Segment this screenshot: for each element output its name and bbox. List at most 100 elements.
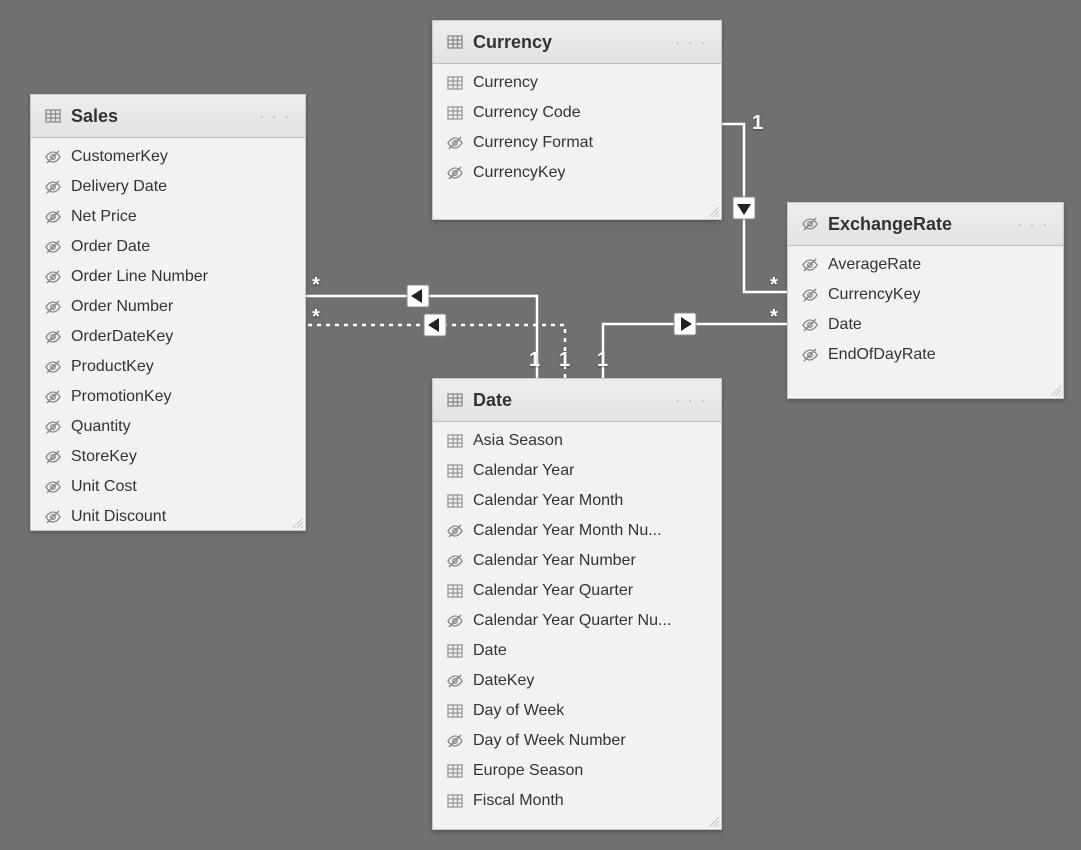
- more-icon[interactable]: · · ·: [1017, 216, 1049, 232]
- table-header[interactable]: Currency · · ·: [433, 21, 721, 64]
- field-row[interactable]: Calendar Year Quarter Nu...: [433, 606, 721, 636]
- table-header[interactable]: Sales · · ·: [31, 95, 305, 138]
- field-list[interactable]: CustomerKey Delivery Date Net Price Order D…: [31, 138, 305, 530]
- column-icon: [447, 75, 463, 91]
- field-label: Calendar Year Month Nu...: [473, 522, 662, 540]
- field-row[interactable]: DateKey: [433, 666, 721, 696]
- field-row[interactable]: Unit Cost: [31, 472, 305, 502]
- field-row[interactable]: CurrencyKey: [788, 280, 1063, 310]
- field-row[interactable]: Calendar Year Quarter: [433, 576, 721, 606]
- hidden-icon: [45, 299, 61, 315]
- field-row[interactable]: Order Date: [31, 232, 305, 262]
- field-row[interactable]: Calendar Year: [433, 456, 721, 486]
- field-label: Net Price: [71, 208, 137, 226]
- field-label: Currency Format: [473, 134, 593, 152]
- table-header[interactable]: Date · · ·: [433, 379, 721, 422]
- hidden-icon: [45, 209, 61, 225]
- resize-grip-icon[interactable]: [709, 207, 719, 217]
- field-row[interactable]: ProductKey: [31, 352, 305, 382]
- resize-grip-icon[interactable]: [1051, 386, 1061, 396]
- field-row[interactable]: Calendar Year Month: [433, 486, 721, 516]
- field-row[interactable]: StoreKey: [31, 442, 305, 472]
- column-icon: [447, 643, 463, 659]
- column-icon: [447, 763, 463, 779]
- hidden-icon: [45, 389, 61, 405]
- field-label: DateKey: [473, 672, 534, 690]
- field-row[interactable]: Order Line Number: [31, 262, 305, 292]
- field-row[interactable]: Delivery Date: [31, 172, 305, 202]
- field-label: Delivery Date: [71, 178, 167, 196]
- field-label: Calendar Year Number: [473, 552, 636, 570]
- hidden-icon: [802, 216, 818, 232]
- field-row[interactable]: Asia Season: [433, 426, 721, 456]
- resize-grip-icon[interactable]: [709, 817, 719, 827]
- more-icon[interactable]: · · ·: [675, 34, 707, 50]
- cardinality-many: *: [312, 274, 320, 297]
- field-row[interactable]: Currency: [433, 68, 721, 98]
- field-row[interactable]: Europe Season: [433, 756, 721, 786]
- field-row[interactable]: Quantity: [31, 412, 305, 442]
- hidden-icon: [45, 149, 61, 165]
- field-label: OrderDateKey: [71, 328, 173, 346]
- hidden-icon: [45, 479, 61, 495]
- field-label: Order Line Number: [71, 268, 208, 286]
- resize-grip-icon[interactable]: [293, 518, 303, 528]
- table-sales[interactable]: Sales · · · CustomerKey Delivery Date Net …: [30, 94, 306, 531]
- field-row[interactable]: EndOfDayRate: [788, 340, 1063, 370]
- field-label: EndOfDayRate: [828, 346, 936, 364]
- field-row[interactable]: OrderDateKey: [31, 322, 305, 352]
- more-icon[interactable]: · · ·: [675, 392, 707, 408]
- field-label: ProductKey: [71, 358, 154, 376]
- field-label: Fiscal Month: [473, 792, 564, 810]
- hidden-icon: [447, 523, 463, 539]
- field-row[interactable]: Calendar Year Number: [433, 546, 721, 576]
- field-row[interactable]: Currency Code: [433, 98, 721, 128]
- table-date[interactable]: Date · · · Asia SeasonCalendar YearCalen…: [432, 378, 722, 830]
- more-icon[interactable]: · · ·: [259, 108, 291, 124]
- hidden-icon: [802, 287, 818, 303]
- table-currency[interactable]: Currency · · · CurrencyCurrency CodeCurr…: [432, 20, 722, 220]
- field-label: Asia Season: [473, 432, 563, 450]
- field-row[interactable]: Currency Format: [433, 128, 721, 158]
- field-row[interactable]: CustomerKey: [31, 142, 305, 172]
- table-icon: [45, 108, 61, 124]
- field-row[interactable]: Calendar Year Month Nu...: [433, 516, 721, 546]
- hidden-icon: [45, 449, 61, 465]
- column-icon: [447, 493, 463, 509]
- field-label: Date: [473, 642, 507, 660]
- field-row[interactable]: Day of Week Number: [433, 726, 721, 756]
- table-title: Currency: [473, 32, 665, 53]
- field-row[interactable]: Order Number: [31, 292, 305, 322]
- field-list[interactable]: Asia SeasonCalendar YearCalendar Year Mo…: [433, 422, 721, 829]
- hidden-icon: [45, 269, 61, 285]
- field-row[interactable]: Net Price: [31, 202, 305, 232]
- table-exchangerate[interactable]: ExchangeRate · · · AverageRate CurrencyKe…: [787, 202, 1064, 399]
- hidden-icon: [802, 317, 818, 333]
- column-icon: [447, 703, 463, 719]
- hidden-icon: [447, 673, 463, 689]
- field-row[interactable]: Day of Week: [433, 696, 721, 726]
- field-list[interactable]: CurrencyCurrency Code Currency Format Curr…: [433, 64, 721, 219]
- field-row[interactable]: CurrencyKey: [433, 158, 721, 188]
- field-label: Day of Week Number: [473, 732, 626, 750]
- hidden-icon: [802, 347, 818, 363]
- cardinality-1: 1: [597, 349, 608, 372]
- column-icon: [447, 433, 463, 449]
- hidden-icon: [447, 613, 463, 629]
- field-row[interactable]: Fiscal Month: [433, 786, 721, 816]
- cardinality-1: 1: [559, 349, 570, 372]
- hidden-icon: [447, 733, 463, 749]
- table-header[interactable]: ExchangeRate · · ·: [788, 203, 1063, 246]
- field-label: Day of Week: [473, 702, 564, 720]
- hidden-icon: [447, 135, 463, 151]
- field-row[interactable]: Date: [788, 310, 1063, 340]
- table-title: Sales: [71, 106, 249, 127]
- field-list[interactable]: AverageRate CurrencyKey Date EndOfDayRate: [788, 246, 1063, 398]
- field-label: CurrencyKey: [828, 286, 920, 304]
- field-label: Europe Season: [473, 762, 583, 780]
- field-row[interactable]: Unit Discount: [31, 502, 305, 530]
- hidden-icon: [45, 179, 61, 195]
- field-row[interactable]: AverageRate: [788, 250, 1063, 280]
- field-row[interactable]: Date: [433, 636, 721, 666]
- field-row[interactable]: PromotionKey: [31, 382, 305, 412]
